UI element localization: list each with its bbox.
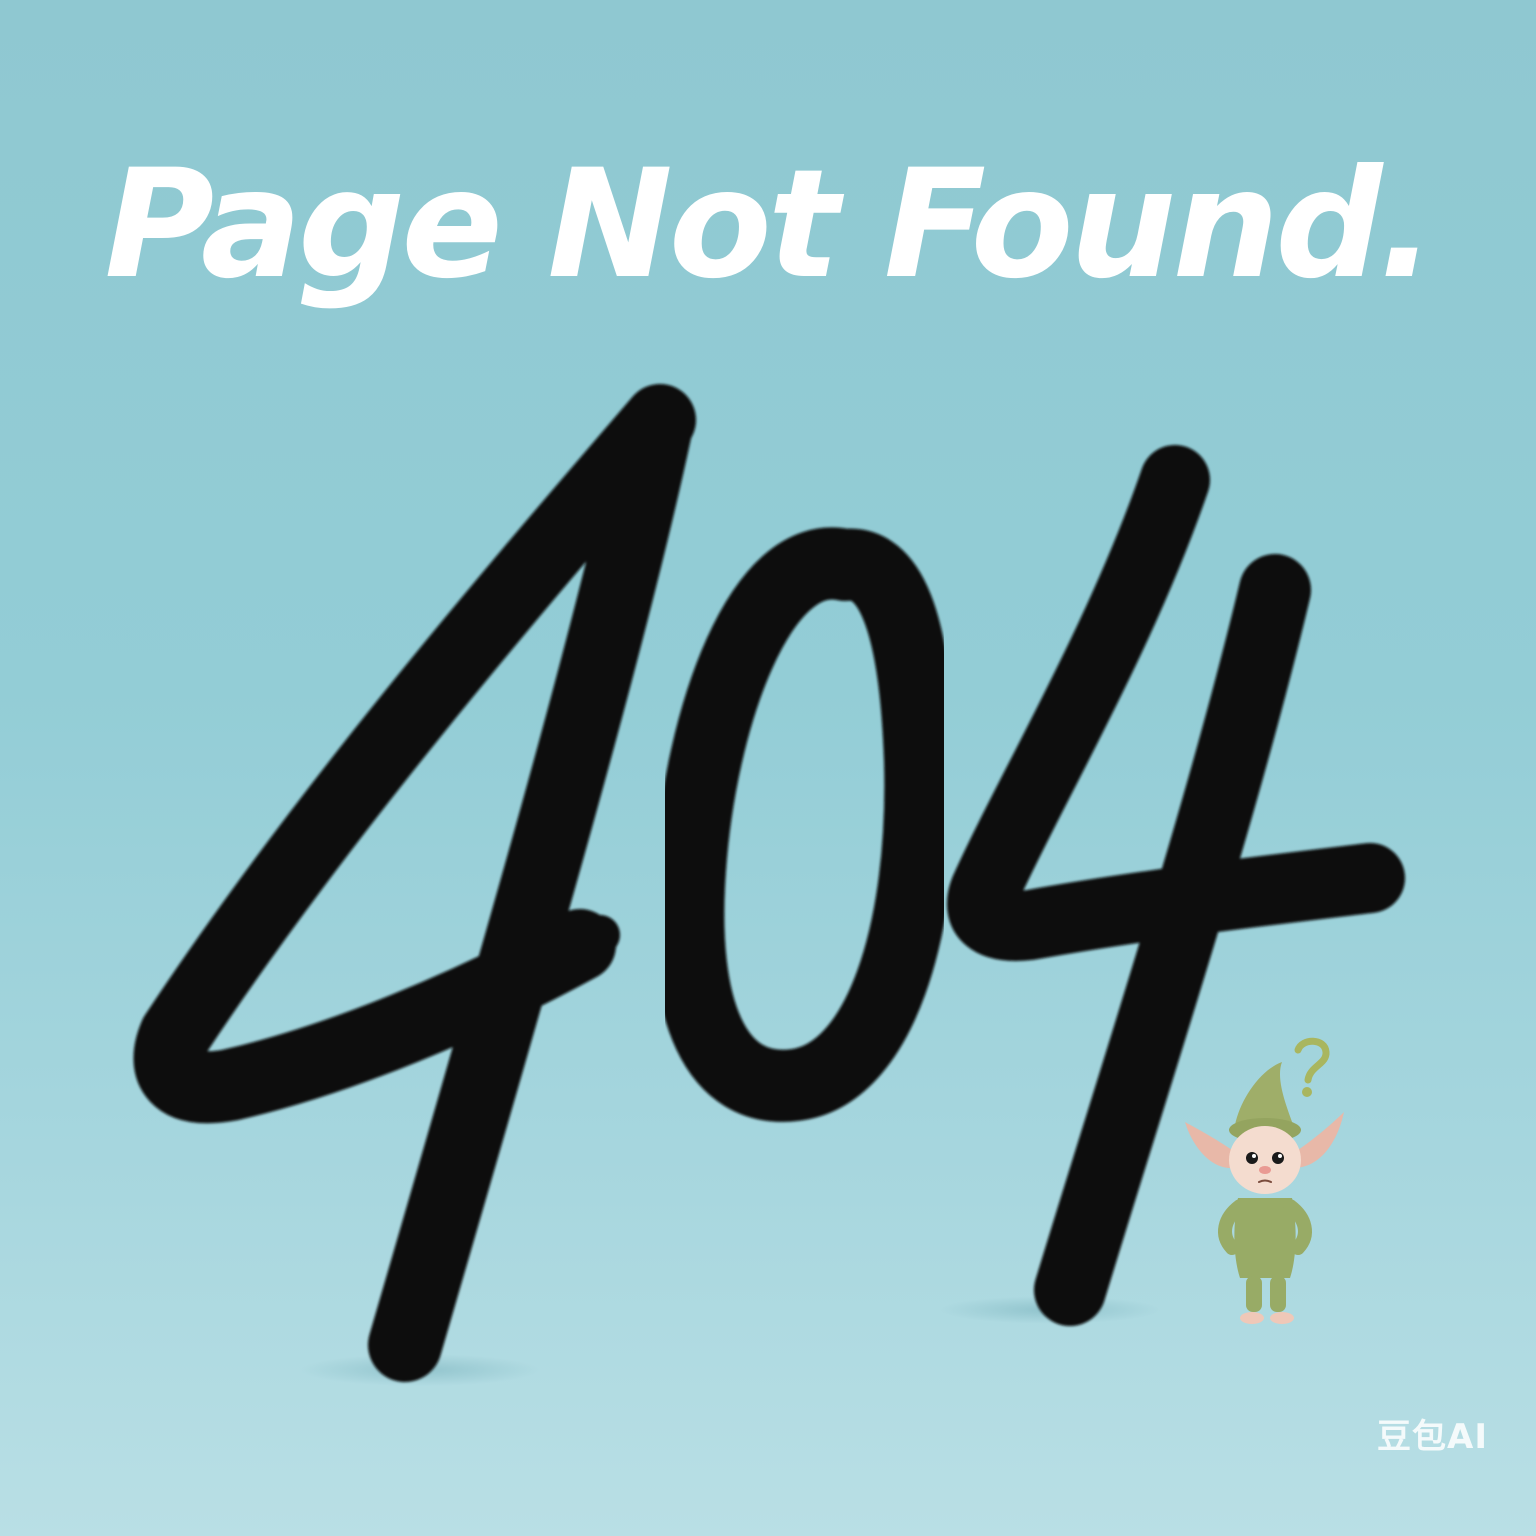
question-mark-icon bbox=[1294, 1037, 1330, 1097]
watermark: 豆包AI bbox=[1377, 1417, 1488, 1457]
not-found-page: Page Not Found. 404 bbox=[0, 0, 1536, 1536]
digit-four-left bbox=[133, 384, 696, 1382]
digit-zero bbox=[652, 527, 957, 1122]
confused-elf-icon bbox=[1185, 1037, 1344, 1324]
